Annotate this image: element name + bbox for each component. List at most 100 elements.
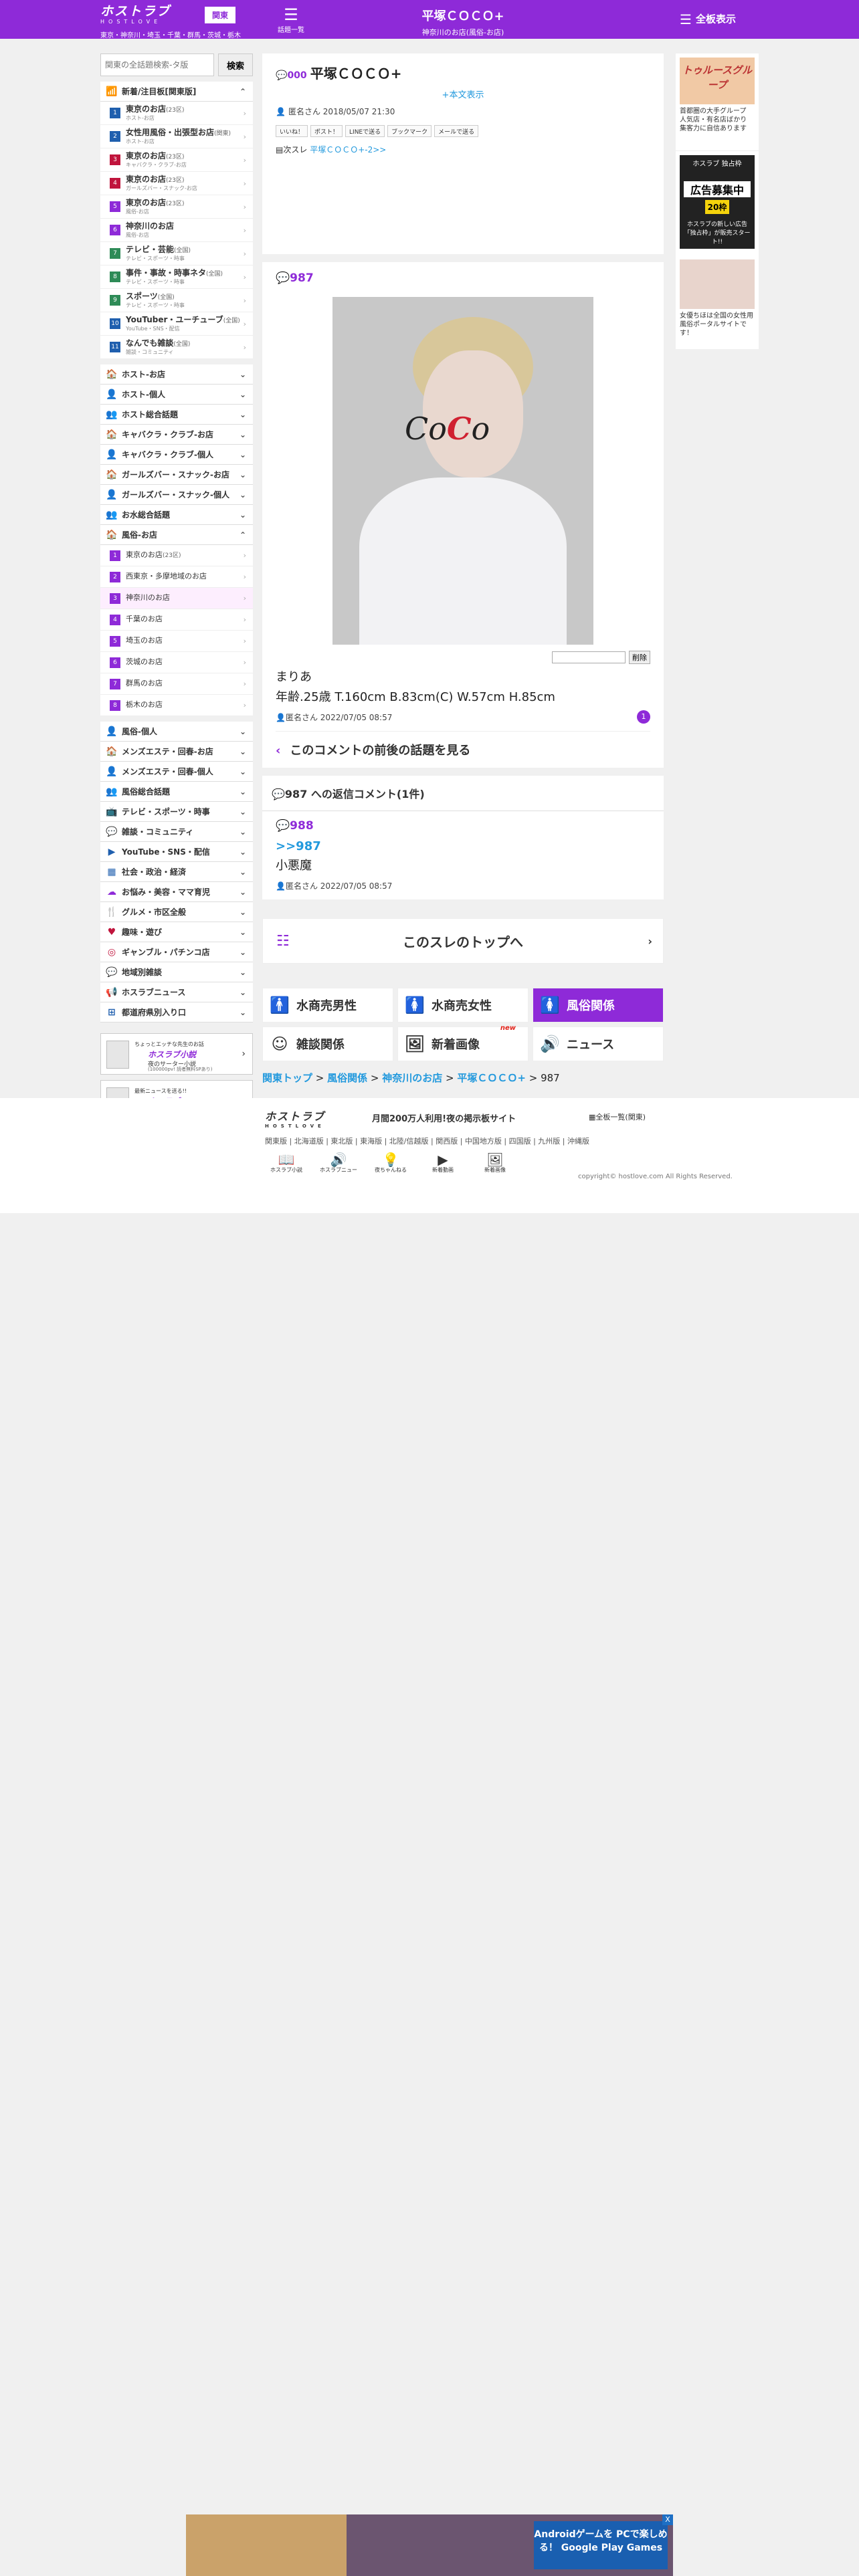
fuzoku-shop-item[interactable]: 7 群馬のお店 › bbox=[100, 673, 253, 695]
new-board-item[interactable]: 2 女性用風俗・出張型お店(関東) ホスト-お店 › bbox=[100, 125, 253, 148]
category-group[interactable]: 📺 テレビ・スポーツ・時事 ⌄ bbox=[100, 802, 253, 822]
fuzoku-shop-item[interactable]: 3 神奈川のお店 › bbox=[100, 588, 253, 609]
category-button[interactable]: 🚹 水商売男性 bbox=[262, 988, 393, 1023]
breadcrumb-item[interactable]: 神奈川のお店 bbox=[382, 1072, 442, 1084]
new-board-item[interactable]: 11 なんでも雑談(全国) 雑談・コミュニティ › bbox=[100, 336, 253, 359]
fuzoku-shop-item[interactable]: 8 栃木のお店 › bbox=[100, 695, 253, 716]
category-group[interactable]: ▶ YouTube・SNS・配信 ⌄ bbox=[100, 842, 253, 862]
share-button[interactable]: メールで送る bbox=[434, 125, 479, 137]
category-group[interactable]: ♥ 趣味・遊び ⌄ bbox=[100, 922, 253, 942]
replies-header: 💬987 への返信コメント(1件) bbox=[262, 776, 664, 811]
fuzoku-shop-item[interactable]: 4 千葉のお店 › bbox=[100, 609, 253, 631]
category-button[interactable]: ☺ 雑談関係 bbox=[262, 1027, 393, 1061]
footer-icon-link[interactable]: 🔊 ホスラブニュー bbox=[317, 1152, 360, 1174]
footer-icon-link[interactable]: 🖼 新着画像 bbox=[474, 1152, 516, 1174]
new-board-item[interactable]: 8 事件・事故・時事ネタ(全国) テレビ・スポーツ・時事 › bbox=[100, 265, 253, 289]
right-ads: トゥルースグループ 首都圏の大手グループ 人気店・有名店ばかり 集客力に自信あり… bbox=[676, 53, 759, 349]
category-group[interactable]: ◎ ギャンブル・パチンコ店 ⌄ bbox=[100, 942, 253, 962]
category-group[interactable]: 👤 風俗-個人 ⌄ bbox=[100, 722, 253, 742]
footer-icon-link[interactable]: 💡 夜ちゃんねる bbox=[369, 1152, 412, 1174]
fuzoku-shop-item[interactable]: 6 茨城のお店 › bbox=[100, 652, 253, 673]
category-group[interactable]: 🏠 風俗-お店 ⌃ bbox=[100, 525, 253, 545]
footer-all-boards-link[interactable]: ▦全板一覧(関東) bbox=[589, 1111, 646, 1122]
chevron-down-icon: ⌄ bbox=[239, 746, 246, 756]
category-group[interactable]: 💬 地域別雑談 ⌄ bbox=[100, 962, 253, 982]
new-board-item[interactable]: 9 スポーツ(全国) テレビ・スポーツ・時事 › bbox=[100, 289, 253, 312]
new-board-label: テレビ・芸能(全国) テレビ・スポーツ・時事 bbox=[126, 245, 191, 261]
footer-icon-link[interactable]: ▶ 新着動画 bbox=[421, 1152, 464, 1174]
reply-count-badge[interactable]: 1 bbox=[637, 710, 650, 724]
sidebar-banner[interactable]: ちょっとエッチな先生のお話 ホスラブ小説 夜のサーター小説 (100000pv! 読者… bbox=[100, 1033, 253, 1075]
category-group[interactable]: 🏠 ホスト-お店 ⌄ bbox=[100, 364, 253, 385]
chevron-right-icon: › bbox=[243, 272, 246, 282]
new-boards-header[interactable]: 📶 新着/注目板[関東版] ⌃ bbox=[100, 82, 253, 102]
new-board-item[interactable]: 7 テレビ・芸能(全国) テレビ・スポーツ・時事 › bbox=[100, 242, 253, 265]
around-link[interactable]: ‹ このコメントの前後の話題を見る bbox=[276, 731, 650, 758]
ad-portal[interactable]: 女優ちほは全国の女性用風俗ポータルサイトです！ bbox=[676, 255, 759, 349]
close-icon[interactable]: X bbox=[662, 2514, 673, 2525]
fuzoku-shop-item[interactable]: 1 東京のお店(23区) › bbox=[100, 545, 253, 566]
next-thread-link[interactable]: 平塚ＣＯＣＯ+-2>> bbox=[310, 145, 386, 154]
all-boards-button[interactable]: ☰ 全板表示 bbox=[680, 11, 736, 27]
breadcrumb-item[interactable]: 関東トップ bbox=[262, 1072, 312, 1084]
post-photo[interactable]: CoCo bbox=[332, 297, 593, 645]
footer-icon-label: ホスラブ小説 bbox=[270, 1167, 302, 1173]
new-board-label: スポーツ(全国) テレビ・スポーツ・時事 bbox=[126, 292, 185, 308]
share-button[interactable]: ブックマーク bbox=[387, 125, 432, 137]
category-group[interactable]: 🏠 キャバクラ・クラブ-お店 ⌄ bbox=[100, 425, 253, 445]
category-group[interactable]: 💬 雑談・コミュニティ ⌄ bbox=[100, 822, 253, 842]
category-group[interactable]: 👥 ホスト総合話題 ⌄ bbox=[100, 405, 253, 425]
category-group[interactable]: 👤 ガールズバー・スナック-個人 ⌄ bbox=[100, 485, 253, 505]
show-body-link[interactable]: +本文表示 bbox=[276, 88, 650, 100]
new-board-item[interactable]: 1 東京のお店(23区) ホスト-お店 › bbox=[100, 102, 253, 125]
search-input[interactable] bbox=[100, 53, 214, 76]
share-button[interactable]: いいね！ bbox=[276, 125, 308, 137]
category-group[interactable]: ▦ 社会・政治・経済 ⌄ bbox=[100, 862, 253, 882]
share-button[interactable]: ポスト！ bbox=[310, 125, 343, 137]
footer-icon-link[interactable]: 📖 ホスラブ小説 bbox=[265, 1152, 308, 1174]
fuzoku-shop-item[interactable]: 5 埼玉のお店 › bbox=[100, 631, 253, 652]
ad-recruit[interactable]: ホスラブ 独占枠 広告募集中 20枠 ホスラブの新しい広告「独占枠」が販売スター… bbox=[676, 151, 759, 255]
category-group[interactable]: 👤 キャバクラ・クラブ-個人 ⌄ bbox=[100, 445, 253, 465]
new-board-item[interactable]: 4 東京のお店(23区) ガールズバー・スナック-お店 › bbox=[100, 172, 253, 195]
search-button[interactable]: 検索 bbox=[218, 53, 253, 76]
new-board-item[interactable]: 3 東京のお店(23区) キャバクラ・クラブ-お店 › bbox=[100, 148, 253, 172]
category-icon: 👤 bbox=[106, 489, 118, 500]
new-board-item[interactable]: 5 東京のお店(23区) 風俗-お店 › bbox=[100, 195, 253, 219]
category-group[interactable]: 🏠 メンズエステ・回春-お店 ⌄ bbox=[100, 742, 253, 762]
category-button[interactable]: 🔊 ニュース bbox=[533, 1027, 664, 1061]
ad-truth-group[interactable]: トゥルースグループ 首都圏の大手グループ 人気店・有名店ばかり 集客力に自信あり… bbox=[676, 53, 759, 151]
category-button[interactable]: 🖼 新着画像 new bbox=[397, 1025, 529, 1061]
category-group[interactable]: 🏠 ガールズバー・スナック-お店 ⌄ bbox=[100, 465, 253, 485]
category-label: 新着画像 bbox=[432, 1038, 480, 1052]
category-group[interactable]: 🍴 グルメ・市区全般 ⌄ bbox=[100, 902, 253, 922]
category-group[interactable]: 👥 風俗総合話題 ⌄ bbox=[100, 782, 253, 802]
topic-list-button[interactable]: ☰ 話題一覧 bbox=[271, 5, 311, 34]
category-group[interactable]: 📢 ホスラブニュース ⌄ bbox=[100, 982, 253, 1002]
category-button[interactable]: 🚺 風俗関係 bbox=[533, 988, 664, 1023]
thread-top-button[interactable]: ☷ このスレのトップへ › bbox=[262, 918, 664, 964]
breadcrumb-item[interactable]: 風俗関係 bbox=[327, 1072, 367, 1084]
category-group[interactable]: 👥 お水総合話題 ⌄ bbox=[100, 505, 253, 525]
category-label: ガールズバー・スナック-お店 bbox=[122, 470, 229, 479]
shop-label: 茨城のお店 bbox=[126, 657, 163, 666]
report-input[interactable] bbox=[551, 651, 626, 663]
new-board-label: 女性用風俗・出張型お店(関東) ホスト-お店 bbox=[126, 128, 231, 144]
delete-button[interactable]: 削除 bbox=[629, 650, 650, 664]
reply-anchor[interactable]: >>987 bbox=[276, 839, 650, 853]
category-button[interactable]: 🚺 水商売女性 bbox=[397, 988, 529, 1023]
category-group[interactable]: ☁ お悩み・美容・ママ育児 ⌄ bbox=[100, 882, 253, 902]
fuzoku-shop-item[interactable]: 2 西東京・多摩地域のお店 › bbox=[100, 566, 253, 588]
footer-logo[interactable]: ホストラブ HOSTLOVE bbox=[265, 1107, 325, 1129]
footer-regions[interactable]: 関東版 | 北海道版 | 東北版 | 東海版 | 北陸/信越版 | 関西版 | … bbox=[265, 1136, 589, 1146]
bottom-ad[interactable]: Androidゲームを PCで楽しめる！ Google Play Games X bbox=[186, 2514, 673, 2576]
region-button[interactable]: 関東 bbox=[205, 7, 236, 23]
category-group[interactable]: 👤 ホスト-個人 ⌄ bbox=[100, 385, 253, 405]
main-content: 💬000 平塚ＣＯＣＯ+ +本文表示 👤 匿名さん 2018/05/07 21:3… bbox=[262, 53, 664, 1085]
category-group[interactable]: 👤 メンズエステ・回春-個人 ⌄ bbox=[100, 762, 253, 782]
breadcrumb-item[interactable]: 平塚ＣＯＣＯ+ bbox=[457, 1072, 526, 1084]
new-board-item[interactable]: 10 YouTuber・ユーチューブ(全国) YouTube・SNS・配信 › bbox=[100, 312, 253, 336]
category-group[interactable]: ⊞ 都道府県別入り口 ⌄ bbox=[100, 1002, 253, 1023]
share-button[interactable]: LINEで送る bbox=[345, 125, 385, 137]
new-board-item[interactable]: 6 神奈川のお店 風俗-お店 › bbox=[100, 219, 253, 242]
